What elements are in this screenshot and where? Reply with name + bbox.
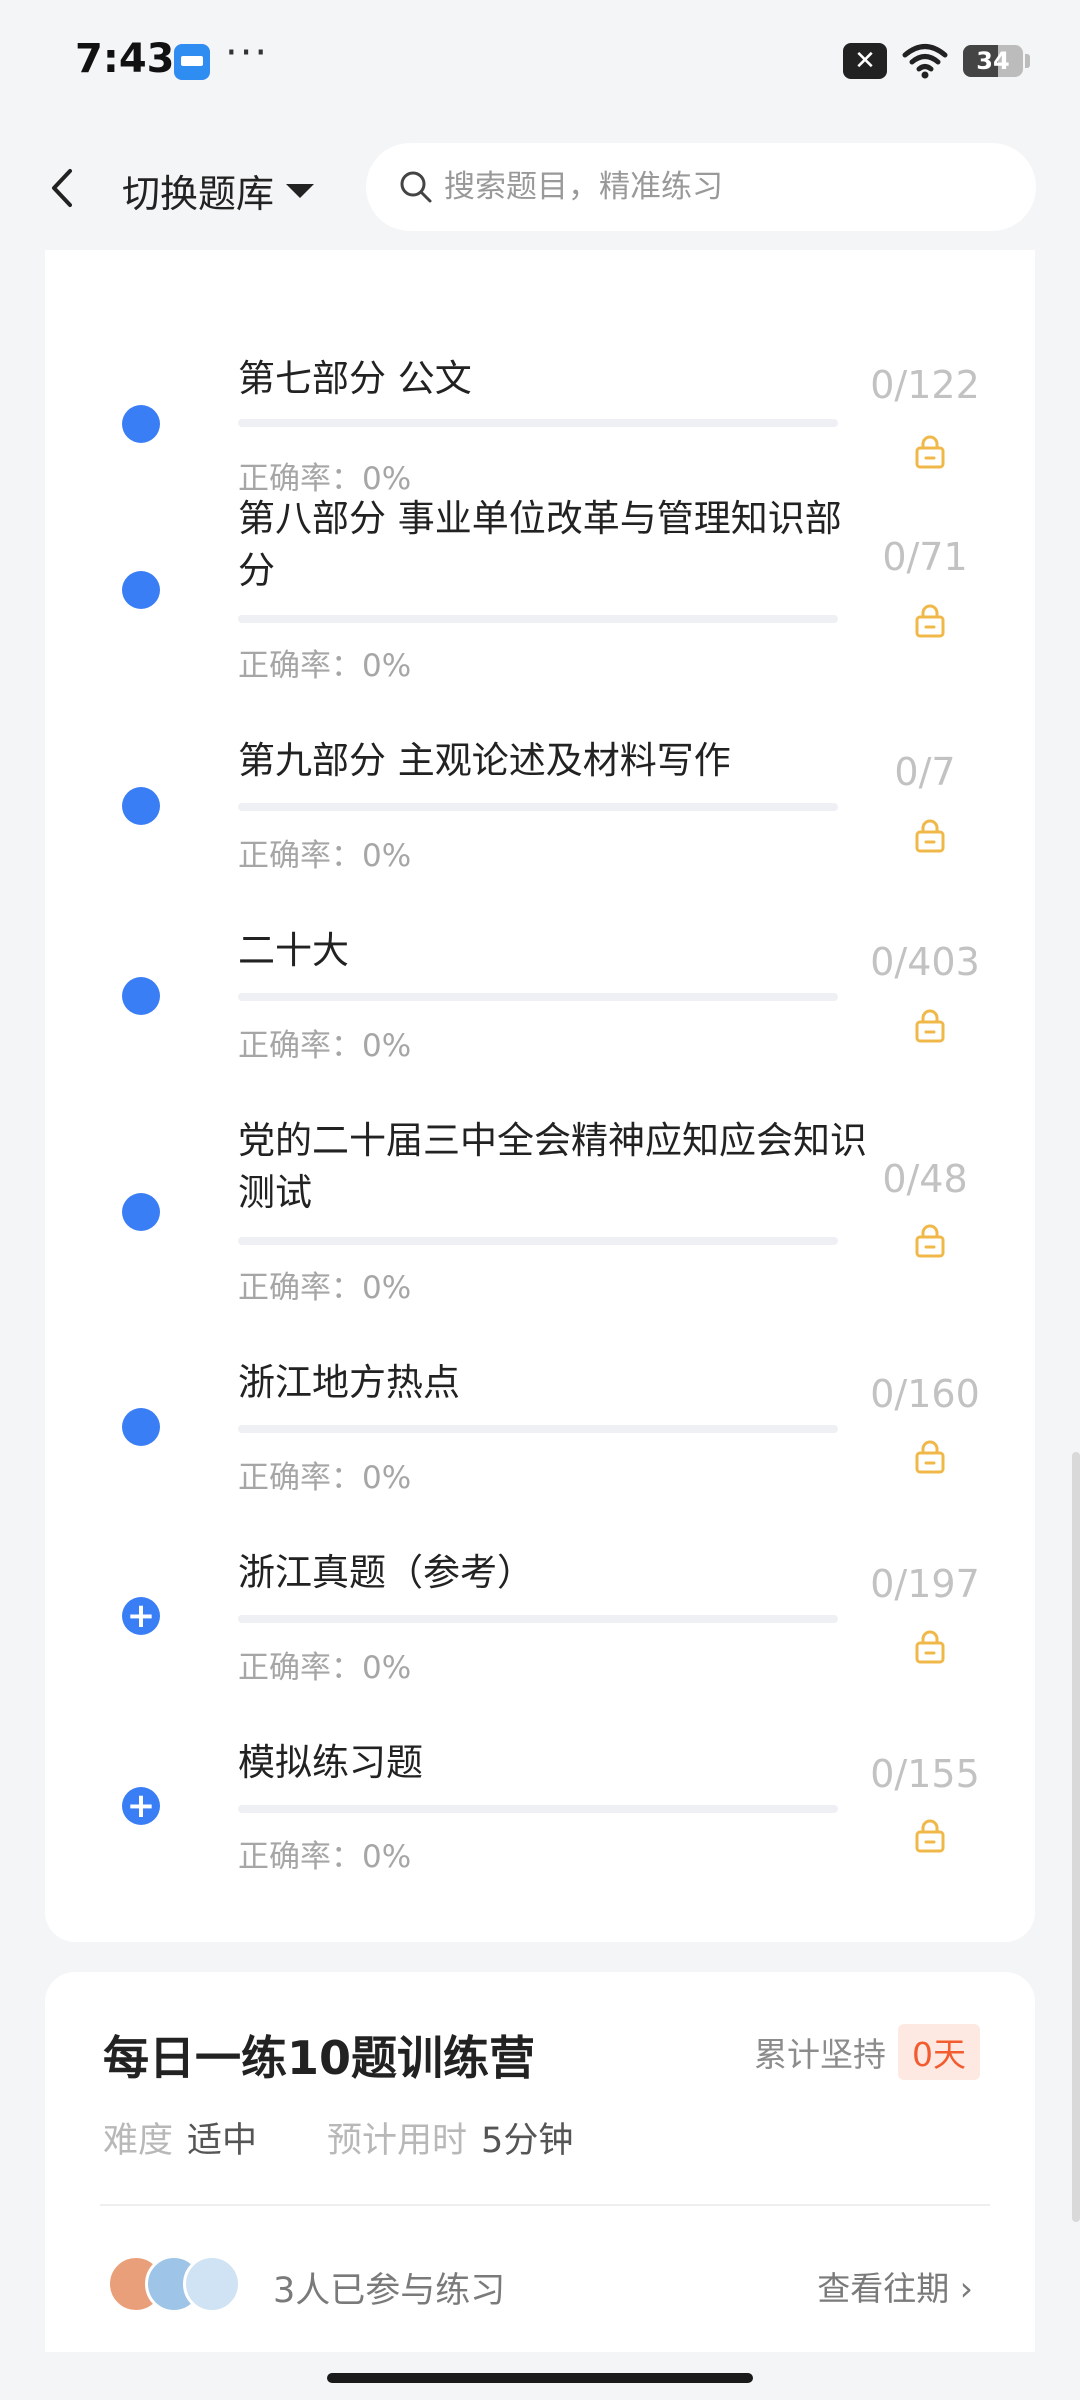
progress-bar [238,1237,838,1245]
persist-days-badge: 0天 [898,2024,980,2080]
search-bar[interactable] [366,143,1036,231]
question-count: 0/403 [870,940,980,984]
participants-text: 3人已参与练习 [273,2271,506,2311]
question-count: 0/7 [894,750,956,794]
participant-avatars [107,2255,247,2313]
status-time: 7:43 [75,36,175,82]
section-dot-icon [122,1408,160,1446]
accuracy-text: 正确率：0% [238,838,412,874]
status-icons: ✕ 34 [843,42,1030,80]
difficulty-label: 难度 [103,2121,174,2161]
accuracy-text: 正确率：0% [238,1270,412,1306]
section-dot-icon [122,977,160,1015]
question-count: 0/71 [882,535,968,579]
lock-icon [915,604,945,638]
accuracy-text: 正确率：0% [238,648,412,684]
section-title: 党的二十届三中全会精神应知应会知识测试 [238,1119,867,1214]
caret-down-icon [286,183,315,198]
section-dot-icon [122,571,160,609]
progress-bar [238,1615,838,1623]
section-dot-icon [122,405,160,443]
avatar [183,2255,241,2313]
persist-streak: 累计坚持 0天 [754,2024,980,2080]
lock-icon [915,1630,945,1664]
search-icon [400,171,432,203]
progress-bar [238,615,838,623]
battery-icon: 34 [963,45,1023,77]
estimated-time-value: 5分钟 [481,2121,574,2161]
search-input[interactable] [442,168,1006,206]
persist-label: 累计坚持 [754,2035,886,2074]
section-list: 第七部分 公文 正确率：0% 0/122 第八部分 事业单位改革与管理知识部分 … [45,250,1035,1942]
lock-icon [915,1009,945,1043]
lock-icon [915,1440,945,1474]
section-title: 浙江真题（参考） [238,1551,534,1594]
switch-question-bank-button[interactable]: 切换题库 [122,163,315,218]
section-title: 第八部分 事业单位改革与管理知识部分 [238,497,842,592]
progress-bar [238,419,838,427]
section-title: 浙江地方热点 [238,1361,460,1404]
difficulty-value: 适中 [187,2121,258,2161]
question-count: 0/48 [882,1157,968,1201]
switch-question-bank-label: 切换题库 [122,172,275,216]
lock-icon [915,435,945,469]
home-indicator[interactable] [327,2373,753,2383]
progress-bar [238,1805,838,1813]
section-title: 第七部分 公文 [238,357,472,400]
section-title: 第九部分 主观论述及材料写作 [238,739,731,782]
question-count: 0/122 [870,363,980,407]
progress-bar [238,803,838,811]
battery-tip [1025,54,1030,68]
camp-meta: 难度 适中 预计用时 5分钟 [103,2112,573,2163]
chevron-right-icon: › [959,2269,973,2308]
battery-level: 34 [976,47,1010,75]
back-arrow-icon[interactable] [40,165,86,211]
accuracy-text: 正确率：0% [238,1460,412,1496]
accuracy-text: 正确率：0% [238,461,412,497]
lock-icon [915,819,945,853]
section-dot-icon [122,787,160,825]
expand-plus-icon[interactable]: + [122,1787,160,1825]
question-count: 0/197 [870,1562,980,1606]
status-bar: 7:43 ··· ✕ 34 [0,0,1080,125]
divider [100,2204,990,2206]
view-history-label: 查看往期 [817,2269,950,2308]
scrollbar[interactable] [1072,1452,1080,2222]
progress-bar [238,993,838,1001]
accuracy-text: 正确率：0% [238,1650,412,1686]
app-badge-icon [174,44,210,80]
accuracy-text: 正确率：0% [238,1028,412,1064]
wifi-icon [901,42,949,80]
accuracy-text: 正确率：0% [238,1839,412,1875]
estimated-time-label: 预计用时 [327,2121,468,2161]
more-notifications-icon: ··· [225,30,270,76]
question-count: 0/160 [870,1372,980,1416]
lock-icon [915,1224,945,1258]
close-box-icon: ✕ [843,43,887,79]
daily-training-camp-card[interactable]: 每日一练10题训练营 累计坚持 0天 难度 适中 预计用时 5分钟 3人已参与练… [45,1972,1035,2352]
question-count: 0/155 [870,1752,980,1796]
expand-plus-icon[interactable]: + [122,1597,160,1635]
camp-title: 每日一练10题训练营 [103,2031,536,2085]
section-title: 二十大 [238,929,349,972]
section-title: 模拟练习题 [238,1741,423,1784]
section-dot-icon [122,1193,160,1231]
progress-bar [238,1425,838,1433]
view-history-link[interactable]: 查看往期 › [817,2262,973,2310]
top-nav: 切换题库 [0,125,1080,250]
lock-icon [915,1819,945,1853]
